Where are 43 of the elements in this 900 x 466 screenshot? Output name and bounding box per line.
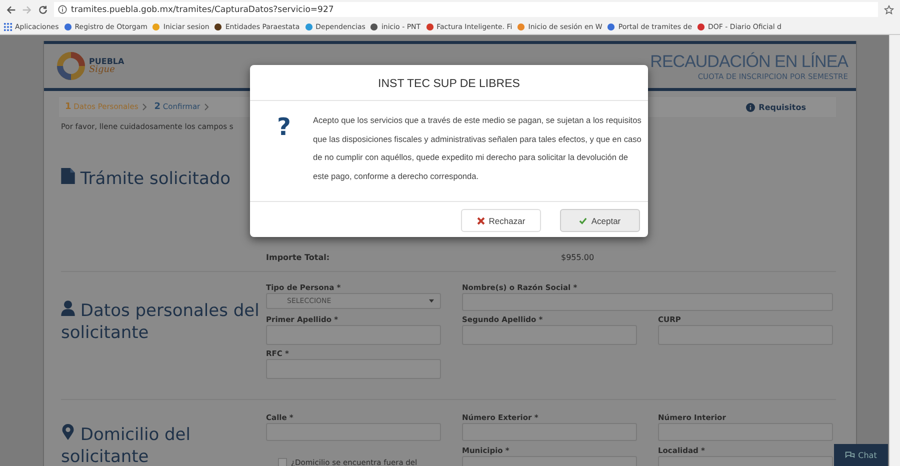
site-icon	[607, 22, 616, 30]
site-icon	[697, 22, 706, 30]
site-icon	[426, 22, 434, 30]
site-icon	[304, 22, 313, 30]
apps-grid-icon	[4, 22, 12, 30]
chat-button[interactable]: Chat	[834, 444, 888, 466]
accept-button[interactable]: Aceptar	[560, 209, 640, 232]
checkbox[interactable]	[278, 458, 287, 466]
document-icon	[61, 168, 75, 184]
page-title: RECAUDACIÓN EN LÍNEA	[650, 52, 848, 72]
checkmark-icon	[579, 216, 588, 224]
chevron-right-icon	[204, 103, 210, 111]
logo-subtitle: Sigue	[89, 66, 116, 74]
site-icon	[214, 22, 222, 30]
caret-icon	[429, 299, 434, 303]
forward-arrow-icon[interactable]	[22, 4, 32, 14]
logo-title: PUEBLA	[89, 58, 124, 66]
requisitos-link[interactable]: Requisitos	[746, 102, 806, 112]
dialog-title: INST TEC SUP DE LIBRES	[250, 65, 648, 101]
back-arrow-icon[interactable]	[6, 4, 16, 14]
section-heading: Domicilio del solicitante	[61, 423, 192, 466]
scrollbar[interactable]	[889, 35, 900, 466]
dialog-message: Acepto que los servicios que a través de este medio se pagan, se sujetan a los requisitos que las disposiciones fiscales y administrativas señalen para tales efectos, y que en caso de no cumplir con aquéllos, quede expedito mi derecho para solicitar la devolución de este pago, conforme a derecho corresponda.	[313, 114, 642, 183]
bookmark-star-icon[interactable]	[884, 4, 894, 14]
info-icon	[746, 102, 755, 112]
chevron-right-icon	[142, 103, 148, 111]
total-amount: $955.00	[561, 253, 594, 262]
site-icon	[152, 22, 160, 30]
chat-bubbles-icon	[845, 450, 856, 460]
logo-ring-icon	[56, 51, 86, 81]
info-icon	[58, 5, 67, 14]
section-heading: Datos personales del solicitante	[61, 299, 260, 345]
total-label: Importe Total:	[266, 253, 331, 262]
reload-icon[interactable]	[38, 4, 48, 14]
site-icon	[64, 22, 72, 30]
user-icon	[61, 300, 75, 316]
site-icon	[370, 22, 378, 30]
cross-icon	[476, 216, 485, 224]
site-icon	[517, 22, 526, 30]
address-bar[interactable]: tramites.puebla.gob.mx/tramites/CapturaDatos?servicio=927	[54, 2, 878, 17]
reject-button[interactable]: Rechazar	[461, 209, 541, 232]
question-mark-icon: ?	[277, 114, 313, 140]
map-pin-icon	[61, 424, 75, 440]
